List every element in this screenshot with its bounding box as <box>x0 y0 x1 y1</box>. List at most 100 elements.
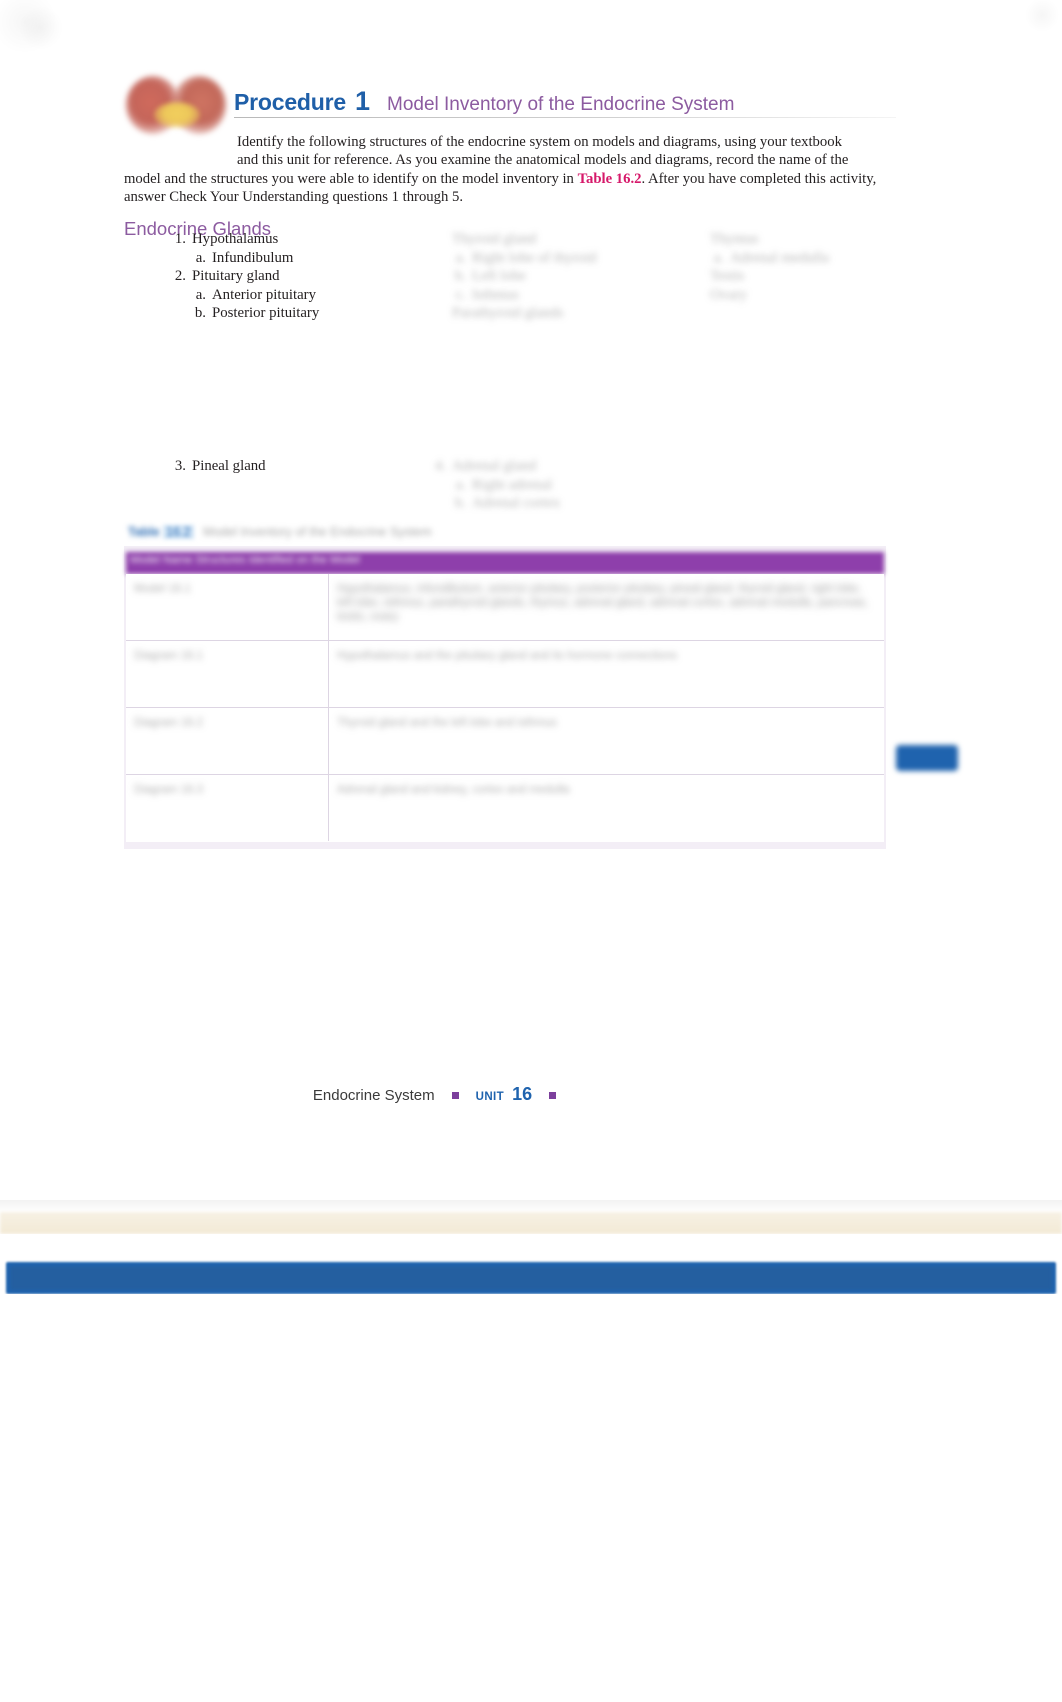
list-item-label: Pituitary gland <box>192 268 280 285</box>
list-item-sub-number: a. <box>713 249 724 266</box>
table-cell-model-name-text: Diagram 16.2 <box>134 717 204 729</box>
list-item-sub-label: Adrenal cortex <box>472 495 561 512</box>
table-cell-model-name-text: Diagram 16.1 <box>134 650 204 662</box>
scan-smudge-top-left-2 <box>18 6 64 50</box>
footer-unit-number: 16 <box>512 1084 533 1104</box>
list-item-sub: c. Isthmus <box>424 286 674 305</box>
table-cell-model-name[interactable]: Diagram 16.3 <box>126 775 329 841</box>
list-item-label: Thyroid gland <box>452 231 537 247</box>
list-item-label: Pineal gland <box>192 458 266 474</box>
thyroid-gland-icon <box>124 74 228 136</box>
thyroid-isthmus-shape <box>154 102 200 128</box>
list-item-sub: b. Left lobe <box>424 267 674 286</box>
table-cell-model-name[interactable]: Diagram 16.2 <box>126 708 329 774</box>
list-item-label: Ovary <box>710 286 747 303</box>
list-item-number: 4. <box>434 458 446 474</box>
gland-list-column-2: Thyroid gland a. Right lobe of thyroid b. Le… <box>424 230 674 323</box>
table-cell-structures[interactable]: Hypothalamus, infundibulum, anterior pit… <box>329 574 884 640</box>
table-cell-structures-text: Hypothalamus and the pituitary gland and… <box>337 650 678 662</box>
table-reference-link[interactable]: Table 16.2 <box>578 171 642 187</box>
list-item-sub-number: b. <box>454 495 466 512</box>
list-item-sub-number: b. <box>454 268 466 285</box>
list-item-label: Parathyroid glands <box>452 305 564 322</box>
list-item: 3. Pineal gland <box>164 457 414 476</box>
procedure-word: Procedure <box>234 89 346 115</box>
list-item: Thyroid gland <box>424 230 674 249</box>
list-item-sub: a. Infundibulum <box>164 249 414 268</box>
list-item-sub-number: a. <box>195 249 206 266</box>
gland-list-column-1-lower: 3. Pineal gland <box>164 457 414 476</box>
gland-list-column-3: Thymus a. Adrenal medulla Testis Ovary <box>682 230 912 304</box>
footer-unit-label: UNIT <box>475 1091 505 1103</box>
list-item-sub-number: a. <box>455 476 466 493</box>
table-cell-structures[interactable]: Thyroid gland and the left lobe and isth… <box>329 708 884 774</box>
list-item-sub-label: Isthmus <box>472 286 519 303</box>
chrome-blue-band-inner[interactable] <box>10 1266 1052 1290</box>
intro-line-3a: model and the structures you were able t… <box>124 170 578 187</box>
list-item-sub-label: Posterior pituitary <box>212 305 320 322</box>
list-item-sub: b. Adrenal cortex <box>424 494 674 513</box>
table-cell-model-name[interactable]: Diagram 16.1 <box>126 641 329 707</box>
list-item-sub-label: Right adrenal <box>472 476 553 493</box>
list-item: 4. Adrenal gland <box>424 457 674 476</box>
table-cell-structures[interactable]: Adrenal gland and kidney, cortex and med… <box>329 775 884 841</box>
list-item-sub-label: Left lobe <box>472 268 526 285</box>
list-item-label: Thymus <box>710 231 759 247</box>
purple-square-bullet-icon-right <box>549 1092 557 1100</box>
intro-line-3b: . After you have completed this <box>641 170 826 187</box>
page-empty-area-below-chrome <box>0 1310 1062 1702</box>
page-footer: Endocrine System UNIT 16 <box>0 1084 1062 1105</box>
table-row[interactable]: Diagram 16.2 Thyroid gland and the left l… <box>126 708 884 775</box>
list-item-sub-label: Right lobe of thyroid <box>472 249 597 266</box>
list-item: Testis <box>682 267 912 286</box>
list-item-sub: a. Right adrenal <box>424 476 674 495</box>
list-item-sub-number: a. <box>195 286 206 303</box>
list-item-sub-number: c. <box>455 286 466 303</box>
viewer-bottom-chrome <box>0 1200 1062 1310</box>
table-cell-model-name-text: Diagram 16.3 <box>134 784 204 796</box>
chrome-cream-band[interactable] <box>0 1212 1062 1234</box>
table-cell-structures-text: Thyroid gland and the left lobe and isth… <box>337 717 557 729</box>
list-item-sub: b. Posterior pituitary <box>164 304 414 323</box>
table-header-labels: Model Name Structures Identified on the … <box>130 554 360 566</box>
list-item-sub-number: b. <box>194 305 206 322</box>
intro-paragraph: Identify the following structures of the… <box>124 133 886 207</box>
list-item-sub: a. Anterior pituitary <box>164 286 414 305</box>
list-item: 1. Hypothalamus <box>164 230 414 249</box>
list-item-number: 2. <box>174 268 186 285</box>
intro-line-1: Identify the following structures of the… <box>237 133 842 150</box>
list-item-sub: a. Right lobe of thyroid <box>424 249 674 268</box>
table-cell-model-name-text: Model 16.1 <box>134 583 191 595</box>
gland-list-column-2-lower: 4. Adrenal gland a. Right adrenal b. Adrenal … <box>424 457 674 513</box>
chrome-gap <box>0 1234 1062 1262</box>
table-row[interactable]: Model 16.1 Hypothalamus, infundibulum, an… <box>126 574 884 641</box>
table-caption: Table 16.2 Model Inventory of the Endocr… <box>128 525 432 539</box>
list-item-number: 3. <box>174 458 186 474</box>
table-body: Model 16.1 Hypothalamus, infundibulum, an… <box>126 574 884 842</box>
list-item-label: Testis <box>710 268 745 285</box>
table-row[interactable]: Diagram 16.1 Hypothalamus and the pituita… <box>126 641 884 708</box>
table-cell-structures[interactable]: Hypothalamus and the pituitary gland and… <box>329 641 884 707</box>
table-cell-structures-text: Adrenal gland and kidney, cortex and med… <box>337 784 570 796</box>
document-page: Procedure 1 Model Inventory of the Endoc… <box>0 0 1062 1702</box>
intro-line-2: and this unit for reference. As you exam… <box>237 152 849 169</box>
table-caption-number: 16.2 <box>163 525 194 539</box>
table-caption-label: Table <box>128 525 160 539</box>
table-cell-model-name[interactable]: Model 16.1 <box>126 574 329 640</box>
procedure-number: 1 <box>354 86 370 116</box>
scan-smudge-top-right <box>1024 0 1060 32</box>
list-item: Parathyroid glands <box>424 304 674 323</box>
list-item-number: 1. <box>174 231 186 247</box>
list-item-label: Hypothalamus <box>192 231 279 247</box>
table-row[interactable]: Diagram 16.3 Adrenal gland and kidney, co… <box>126 775 884 841</box>
purple-square-bullet-icon-left <box>451 1092 459 1100</box>
footer-title: Endocrine System <box>312 1087 435 1104</box>
blue-action-button[interactable] <box>896 745 958 771</box>
procedure-divider-rule <box>234 117 896 118</box>
list-item-sub-number: a. <box>455 249 466 266</box>
scan-smudge-top-left <box>0 0 60 52</box>
chrome-bottom-edge <box>0 1294 1062 1308</box>
procedure-title-row: Procedure 1 Model Inventory of the Endoc… <box>234 86 734 117</box>
chrome-top-shadow <box>0 1200 1062 1212</box>
table-cell-structures-text: Hypothalamus, infundibulum, anterior pit… <box>337 583 872 623</box>
